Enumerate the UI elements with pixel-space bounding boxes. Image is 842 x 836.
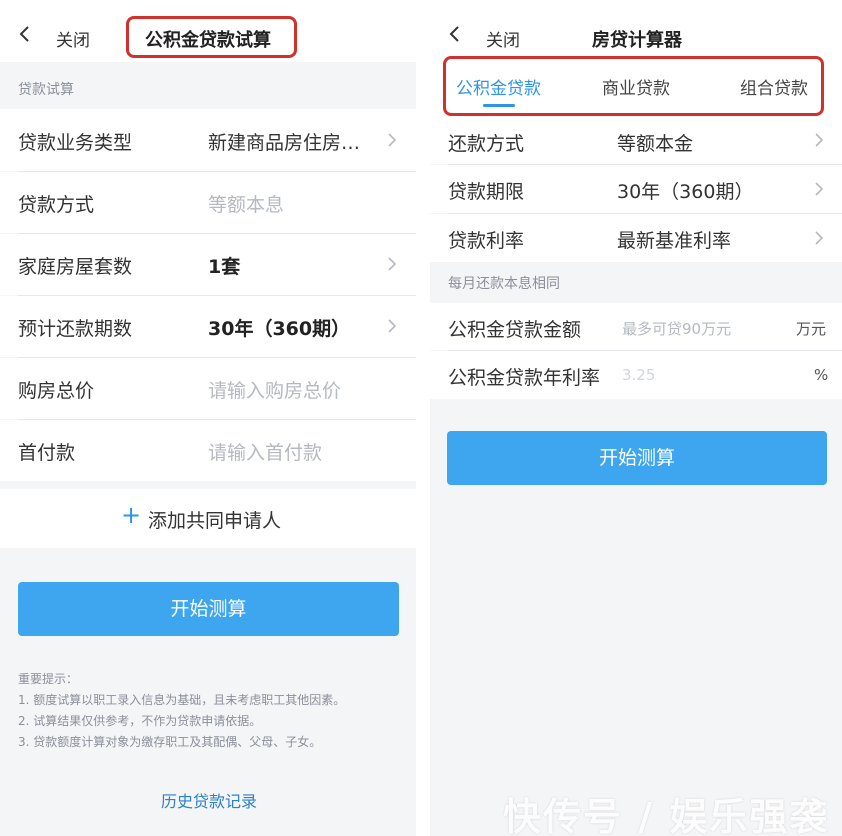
row-label: 首付款 (18, 442, 76, 464)
row-value: 30年（360期） (617, 181, 754, 203)
nav-bar: 关闭 房贷计算器 (430, 0, 842, 62)
chevron-right-icon (388, 257, 397, 271)
panel-gap (416, 0, 430, 836)
row-label: 贷款业务类型 (18, 132, 133, 154)
chevron-right-icon (815, 182, 824, 196)
watermark: 快传号 / 娱乐强袭 (503, 795, 830, 836)
chevron-right-icon (815, 231, 824, 245)
back-icon[interactable] (446, 25, 464, 43)
start-calc-button[interactable]: 开始测算 (447, 431, 827, 485)
row-value: 等额本金 (617, 133, 694, 155)
red-highlight-box (443, 56, 824, 116)
row-value: 新建商品房住房… (208, 132, 361, 154)
annual-rate-input[interactable]: 3.25 (622, 366, 655, 384)
add-applicant-button[interactable]: + 添加共同申请人 (0, 489, 416, 548)
unit-label: % (814, 366, 829, 384)
row-label: 家庭房屋套数 (18, 256, 133, 278)
provident-fund-loan-trial-screen: 关闭 公积金贷款试算 贷款试算 贷款业务类型 新建商品房住房… 贷款方式 等额本… (0, 0, 416, 836)
row-repayment-periods[interactable]: 预计还款期数 30年（360期） (0, 296, 416, 357)
row-loan-rate[interactable]: 贷款利率 最新基准利率 (430, 214, 842, 262)
chevron-right-icon (388, 319, 397, 333)
tip-item: 1. 额度试算以职工录入信息为基础，且未考虑职工其他因素。 (18, 693, 346, 707)
close-button[interactable]: 关闭 (486, 26, 520, 51)
row-value: 30年（360期） (208, 318, 351, 340)
unit-label: 万元 (796, 320, 827, 338)
row-loan-business-type[interactable]: 贷款业务类型 新建商品房住房… (0, 109, 416, 171)
row-label: 还款方式 (448, 133, 525, 155)
row-label: 购房总价 (18, 380, 95, 402)
row-label: 公积金贷款年利率 (448, 367, 601, 389)
close-button[interactable]: 关闭 (56, 26, 90, 51)
start-calc-button[interactable]: 开始测算 (18, 582, 399, 636)
row-value: 1套 (208, 256, 241, 278)
tip-item: 3. 贷款额度计算对象为缴存职工及其配偶、父母、子女。 (18, 735, 322, 749)
row-loan-term[interactable]: 贷款期限 30年（360期） (430, 165, 842, 213)
row-label: 贷款期限 (448, 181, 525, 203)
row-loan-method[interactable]: 贷款方式 等额本息 (0, 172, 416, 233)
plus-icon: + (121, 501, 142, 529)
row-repayment-method[interactable]: 还款方式 等额本金 (430, 118, 842, 164)
loan-amount-input[interactable]: 最多可贷90万元 (622, 318, 731, 339)
chevron-right-icon (815, 133, 824, 147)
back-icon[interactable] (16, 25, 34, 43)
row-label: 贷款利率 (448, 230, 525, 252)
row-down-payment: 首付款 请输入首付款 (0, 420, 416, 481)
tips-title: 重要提示： (18, 672, 79, 686)
mortgage-calculator-screen: 关闭 房贷计算器 公积金贷款 商业贷款 组合贷款 还款方式 等额本金 贷款期限 … (430, 0, 842, 836)
row-loan-amount: 公积金贷款金额 最多可贷90万元 万元 (430, 303, 842, 350)
loan-history-link[interactable]: 历史贷款记录 (161, 788, 257, 812)
page-title: 房贷计算器 (592, 30, 682, 51)
row-value: 等额本息 (208, 194, 285, 216)
row-annual-rate: 公积金贷款年利率 3.25 % (430, 351, 842, 399)
row-total-price: 购房总价 请输入购房总价 (0, 358, 416, 419)
tip-item: 2. 试算结果仅供参考，不作为贷款申请依据。 (18, 714, 262, 728)
row-value: 最新基准利率 (617, 230, 732, 252)
row-label: 预计还款期数 (18, 318, 133, 340)
row-house-count[interactable]: 家庭房屋套数 1套 (0, 234, 416, 295)
add-applicant-label: 添加共同申请人 (148, 510, 282, 532)
total-price-input[interactable]: 请输入购房总价 (208, 376, 341, 403)
important-tips: 重要提示： 1. 额度试算以职工录入信息为基础，且未考虑职工其他因素。 2. 试… (18, 669, 345, 753)
section-label: 贷款试算 (18, 82, 74, 98)
down-payment-input[interactable]: 请输入首付款 (208, 438, 322, 465)
red-highlight-box (126, 16, 297, 58)
chevron-right-icon (388, 133, 397, 147)
row-label: 公积金贷款金额 (448, 319, 582, 341)
row-label: 贷款方式 (18, 194, 95, 216)
repayment-note: 每月还款本息相同 (448, 276, 560, 292)
